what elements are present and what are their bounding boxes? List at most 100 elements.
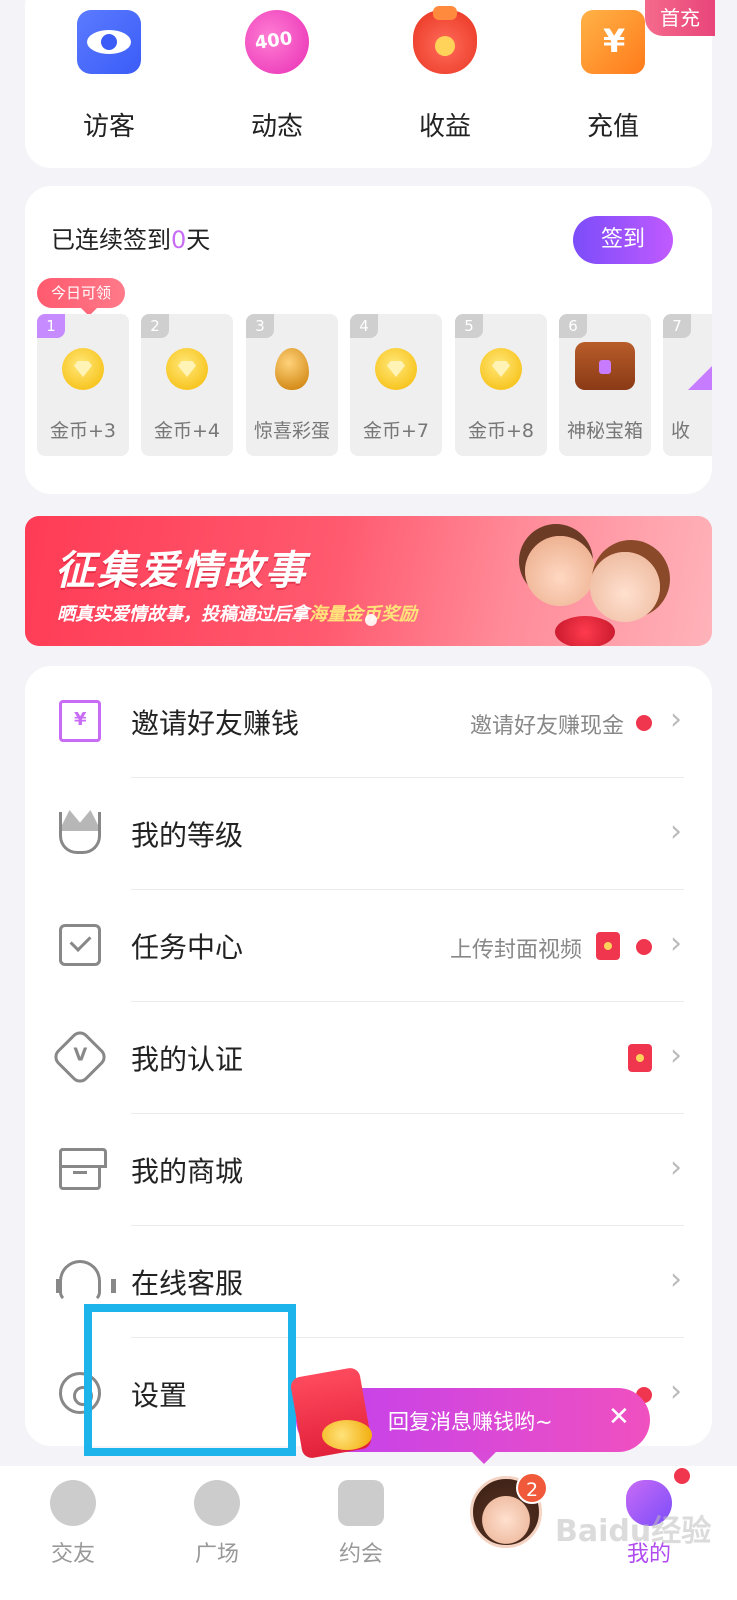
woman-figure [590,552,660,622]
nav-tab-dating[interactable]: 约会 [316,1480,406,1568]
nav-tab-square[interactable]: 广场 [172,1480,262,1568]
headset-icon [56,1260,116,1302]
day-number: 5 [455,314,483,338]
highlight-annotation-box [84,1304,296,1456]
menu-item-label: 我的认证 [131,1043,244,1076]
invite-icon [59,700,101,742]
reply-earn-text: 回复消息赚钱哟~ [388,1410,553,1434]
checkin-title: 已连续签到0天 [51,220,210,255]
menu-item-mall[interactable]: 我的商城 › [25,1114,712,1226]
nav-tab-label: 交友 [50,1542,95,1567]
leaf-icon [194,1480,240,1526]
quick-entry-label: 收益 [418,112,471,142]
close-icon[interactable]: ✕ [608,1402,630,1432]
quick-entry-label: 动态 [250,112,303,142]
quick-entry-income[interactable]: 收益 [385,6,505,143]
checkin-button[interactable]: 签到 [573,216,673,264]
menu-item-label: 我的等级 [131,819,244,852]
coin-icon [480,348,522,390]
day-reward-label: 金币+7 [362,420,429,442]
coin-icon [166,348,208,390]
moment-icon [240,5,314,79]
quick-entry-visitor[interactable]: 访客 [49,10,169,143]
golden-egg-icon [275,348,309,390]
day-number: 1 [37,314,65,338]
banner-title: 征集爱情故事 [55,548,307,594]
day-number: 3 [246,314,274,338]
crown-icon [59,812,101,854]
message-count-badge: 2 [516,1472,548,1504]
red-envelope-icon [628,1044,652,1072]
red-dot-badge [636,715,652,731]
watermark: Baidu经验 [555,1514,712,1549]
day-reward-label: 惊喜彩蛋 [253,420,330,442]
day-number: 7 [663,314,691,338]
menu-item-label: 邀请好友赚钱 [131,707,300,740]
menu-item-label: 在线客服 [131,1267,244,1300]
nav-tab-label: 广场 [194,1542,239,1567]
menu-item-verification[interactable]: 我的认证 › [25,1002,712,1114]
day-reward-label: 金币+8 [467,420,534,442]
checkin-day-tile[interactable]: 3 惊喜彩蛋 [246,314,338,456]
checkin-card: 已连续签到0天 签到 今日可领 1 金币+3 2 金币+4 3 惊喜彩蛋 4 金… [25,186,712,494]
chevron-right-icon: › [670,1150,682,1185]
man-figure [525,536,595,606]
prize-icon [688,348,712,390]
checkin-day-tile[interactable]: 4 金币+7 [350,314,442,456]
menu-item-hint: 上传封面视频 [449,938,582,963]
chevron-right-icon: › [670,702,682,737]
checkin-day-tile[interactable]: 2 金币+4 [141,314,233,456]
treasure-chest-icon [575,342,635,390]
eye-icon [77,10,141,74]
menu-item-label: 我的商城 [131,1155,244,1188]
recharge-icon [581,10,645,74]
quick-entry-label: 访客 [82,112,135,142]
day-reward-label: 收 [671,420,691,442]
today-claimable-tag: 今日可领 [37,278,126,316]
red-dot-badge [674,1468,690,1484]
red-dot-badge [636,939,652,955]
banner-subtitle-highlight: 海量金币奖励 [309,604,417,625]
first-recharge-badge: 首充 [645,0,715,36]
chevron-right-icon: › [670,926,682,961]
day-reward-label: 金币+4 [153,420,220,442]
heart-chat-icon [50,1480,96,1526]
quick-entry-card: 访客 动态 收益 充值 [25,0,712,168]
day-reward-label: 神秘宝箱 [566,420,643,442]
day-reward-label: 金币+3 [49,420,116,442]
verify-badge-icon [50,1027,110,1087]
video-heart-icon [338,1480,384,1526]
task-check-icon [59,924,101,966]
couple-illustration [495,526,705,646]
checkin-day-tile[interactable]: 1 金币+3 [37,314,129,456]
checkin-title-suffix: 天 [186,226,211,254]
money-bag-icon [413,6,477,74]
nav-tab-label: 约会 [338,1542,383,1567]
menu-item-task-center[interactable]: 任务中心 上传封面视频 › [25,890,712,1002]
banner-subtitle: 晒真实爱情故事，投稿通过后拿海量金币奖励 [57,600,417,626]
checkin-day-tile[interactable]: 7 收 [663,314,712,456]
nav-tab-friends[interactable]: 交友 [28,1480,118,1568]
day-number: 6 [559,314,587,338]
quick-entry-label: 充值 [586,112,639,142]
chevron-right-icon: › [670,1262,682,1297]
red-envelope-icon [596,932,620,960]
menu-item-invite[interactable]: 邀请好友赚钱 邀请好友赚现金 › [25,666,712,778]
coin-icon [375,348,417,390]
menu-item-label: 任务中心 [131,931,244,964]
menu-item-level[interactable]: 我的等级 › [25,778,712,890]
love-story-banner[interactable]: 征集爱情故事 晒真实爱情故事，投稿通过后拿海量金币奖励 [25,516,712,646]
checkin-day-tile[interactable]: 6 神秘宝箱 [559,314,651,456]
chevron-right-icon: › [670,1038,682,1073]
rose-bouquet [555,616,615,646]
day-number: 2 [141,314,169,338]
menu-item-hint: 邀请好友赚现金 [469,714,624,739]
quick-entry-dynamic[interactable]: 动态 [217,5,337,143]
coin-icon [62,348,104,390]
banner-page-indicator [365,614,377,626]
checkin-title-prefix: 已连续签到 [51,226,171,254]
gold-coins-icon [322,1420,372,1450]
store-icon [59,1148,107,1190]
checkin-day-tile[interactable]: 5 金币+8 [455,314,547,456]
checkin-days: 0 [171,226,187,254]
